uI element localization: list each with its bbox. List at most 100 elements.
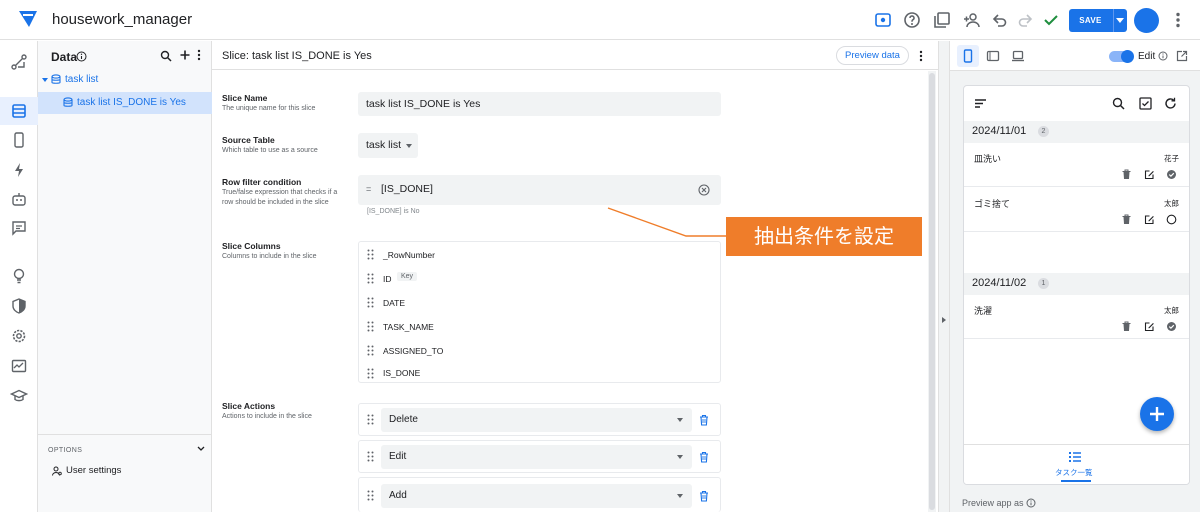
panel-divider[interactable] xyxy=(938,41,950,512)
edit-icon[interactable] xyxy=(1144,214,1155,225)
list-item[interactable]: TASK_NAME xyxy=(359,318,720,336)
list-view-icon[interactable] xyxy=(1068,451,1082,463)
group-header[interactable]: 2024/11/02 1 xyxy=(964,273,1189,295)
drag-handle-icon[interactable] xyxy=(367,490,374,501)
slice-action-row: Edit xyxy=(358,440,721,473)
save-dropdown-chevron-icon[interactable] xyxy=(1116,18,1124,23)
group-date: 2024/11/02 xyxy=(972,277,1027,289)
drag-handle-icon[interactable] xyxy=(367,249,374,260)
more-vert-icon[interactable] xyxy=(1168,10,1188,30)
edit-icon[interactable] xyxy=(1144,169,1155,180)
add-icon[interactable] xyxy=(179,49,191,61)
drag-handle-icon[interactable] xyxy=(367,451,374,462)
delete-icon[interactable] xyxy=(1121,214,1132,225)
done-check-circle-icon[interactable] xyxy=(1166,321,1177,332)
add-fab-button[interactable] xyxy=(1140,397,1174,431)
checkmark-icon[interactable] xyxy=(1041,10,1061,30)
tablet-device-icon[interactable] xyxy=(986,49,1000,63)
refresh-icon[interactable] xyxy=(1164,97,1177,110)
security-shield-icon[interactable] xyxy=(10,297,28,315)
done-check-circle-icon[interactable] xyxy=(1166,169,1177,180)
clear-icon[interactable] xyxy=(698,184,710,196)
learn-school-icon[interactable] xyxy=(10,387,28,405)
search-icon[interactable] xyxy=(160,50,172,62)
actions-bolt-icon[interactable] xyxy=(10,161,28,179)
save-button[interactable]: SAVE xyxy=(1069,9,1127,32)
tree-item-label: task list xyxy=(65,74,99,85)
expand-caret-icon[interactable] xyxy=(42,78,48,82)
list-item[interactable]: IS_DONE xyxy=(359,365,720,383)
copy-app-icon[interactable] xyxy=(932,10,952,30)
chat-icon[interactable] xyxy=(10,219,28,237)
info-icon[interactable] xyxy=(76,51,87,62)
more-vert-icon[interactable] xyxy=(918,50,924,62)
search-icon[interactable] xyxy=(1112,97,1125,110)
automation-icon[interactable] xyxy=(10,53,28,71)
chevron-down-icon xyxy=(406,144,412,148)
list-item[interactable]: ID Key xyxy=(359,270,720,288)
list-item[interactable]: DATE xyxy=(359,294,720,312)
list-item[interactable]: _RowNumber xyxy=(359,246,720,264)
action-select[interactable]: Add xyxy=(381,484,692,508)
drag-handle-icon[interactable] xyxy=(367,321,374,332)
list-item[interactable]: 洗濯 太郎 xyxy=(964,295,1189,339)
user-avatar[interactable] xyxy=(1134,8,1159,33)
more-vert-icon[interactable] xyxy=(195,49,203,61)
delete-icon[interactable] xyxy=(699,451,709,463)
slice-name-label: Slice Name xyxy=(222,93,268,103)
delete-icon[interactable] xyxy=(1121,169,1132,180)
select-checkbox-icon[interactable] xyxy=(1139,97,1152,110)
desktop-device-icon[interactable] xyxy=(1011,49,1025,63)
drag-handle-icon[interactable] xyxy=(367,297,374,308)
app-preview-panel: Edit 2024/11/01 2 皿洗い 花子 ゴミ捨て 太郎 2024/11… xyxy=(950,41,1200,512)
drag-handle-icon[interactable] xyxy=(367,345,374,356)
delete-icon[interactable] xyxy=(1121,321,1132,332)
list-item[interactable]: ゴミ捨て 太郎 xyxy=(964,188,1189,232)
open-in-new-icon[interactable] xyxy=(1176,50,1188,62)
add-user-icon[interactable] xyxy=(962,10,982,30)
collapse-arrow-icon[interactable] xyxy=(942,317,946,323)
edit-toggle[interactable] xyxy=(1109,50,1134,63)
appsheet-logo-icon[interactable] xyxy=(18,10,38,28)
slice-name-input[interactable]: task list IS_DONE is Yes xyxy=(358,92,721,116)
scrollbar-thumb[interactable] xyxy=(929,73,935,510)
column-name: TASK_NAME xyxy=(383,322,434,332)
drag-handle-icon[interactable] xyxy=(367,273,374,284)
list-item[interactable]: ASSIGNED_TO xyxy=(359,342,720,360)
drag-handle-icon[interactable] xyxy=(367,414,374,425)
lightbulb-icon[interactable] xyxy=(10,267,28,285)
slice-columns-label: Slice Columns xyxy=(222,241,281,251)
delete-icon[interactable] xyxy=(699,414,709,426)
nav-tab-label[interactable]: タスク一覧 xyxy=(1055,467,1093,478)
phone-device-icon[interactable] xyxy=(962,49,974,63)
data-table-icon[interactable] xyxy=(10,102,28,120)
redo-icon[interactable] xyxy=(1015,10,1035,30)
delete-icon[interactable] xyxy=(699,490,709,502)
list-item[interactable]: 皿洗い 花子 xyxy=(964,143,1189,187)
undo-icon[interactable] xyxy=(990,10,1010,30)
action-select[interactable]: Delete xyxy=(381,408,692,432)
chevron-down-icon xyxy=(677,455,683,459)
edit-icon[interactable] xyxy=(1144,321,1155,332)
group-header[interactable]: 2024/11/01 2 xyxy=(964,121,1189,143)
preview-data-button[interactable]: Preview data xyxy=(836,46,909,65)
info-icon[interactable] xyxy=(1026,498,1036,508)
source-table-select[interactable]: task list xyxy=(358,133,418,158)
bot-icon[interactable] xyxy=(10,190,28,208)
mobile-view-icon[interactable] xyxy=(10,131,28,149)
preview-eye-icon[interactable] xyxy=(873,10,893,30)
key-badge: Key xyxy=(397,272,418,281)
help-icon[interactable] xyxy=(902,10,922,30)
monitoring-icon[interactable] xyxy=(10,357,28,375)
top-bar: housework_manager SAVE xyxy=(0,0,1200,40)
not-done-circle-icon[interactable] xyxy=(1166,214,1177,225)
plus-icon xyxy=(1150,407,1164,421)
menu-sort-icon[interactable] xyxy=(974,98,987,109)
info-icon[interactable] xyxy=(1158,51,1168,61)
drag-handle-icon[interactable] xyxy=(367,368,374,379)
chevron-down-icon[interactable] xyxy=(197,446,205,452)
action-select[interactable]: Edit xyxy=(381,445,692,469)
tree-item-slice-selected[interactable]: task list IS_DONE is Yes xyxy=(38,92,212,114)
edit-toggle-knob xyxy=(1121,50,1134,63)
settings-gear-icon[interactable] xyxy=(10,327,28,345)
